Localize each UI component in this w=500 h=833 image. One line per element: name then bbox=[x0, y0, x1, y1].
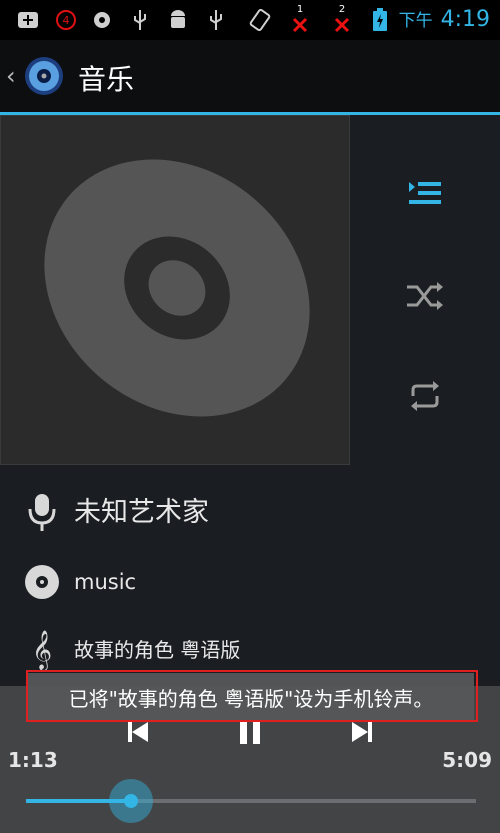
android-debug-icon bbox=[166, 8, 190, 32]
status-bar: 4 1 2 下午 4:19 bbox=[0, 0, 500, 40]
artist-name: 未知艺术家 bbox=[74, 497, 209, 528]
sim1-label: 1 bbox=[296, 4, 304, 15]
pause-icon bbox=[240, 720, 260, 744]
skip-previous-icon bbox=[128, 722, 148, 742]
sim2-label: 2 bbox=[338, 4, 346, 15]
usb-icon bbox=[128, 8, 152, 32]
disc-icon bbox=[44, 159, 310, 417]
album-name: music bbox=[74, 570, 137, 594]
add-notification-icon bbox=[16, 8, 40, 32]
no-signal-1-icon: 1 bbox=[288, 4, 312, 33]
skip-next-icon bbox=[352, 722, 372, 742]
total-duration: 5:09 bbox=[442, 748, 492, 772]
elapsed-time: 1:13 bbox=[8, 748, 58, 772]
clock-label: 4:19 bbox=[440, 7, 490, 32]
shuffle-button[interactable] bbox=[380, 266, 470, 326]
now-playing-list-button[interactable] bbox=[380, 164, 470, 224]
microphone-icon bbox=[22, 491, 62, 535]
battery-charging-icon bbox=[368, 8, 392, 32]
music-app-icon[interactable] bbox=[24, 56, 64, 96]
treble-clef-icon: 𝄞 bbox=[31, 630, 53, 670]
album-icon bbox=[22, 560, 62, 604]
toast-highlight-box bbox=[26, 670, 478, 722]
usb-icon bbox=[204, 8, 228, 32]
album-art bbox=[0, 115, 350, 465]
status-time: 下午 4:19 bbox=[399, 6, 490, 32]
seek-bar-thumb[interactable] bbox=[123, 794, 138, 808]
shuffle-icon bbox=[407, 282, 443, 310]
page-title: 音乐 bbox=[78, 63, 135, 96]
badge-4-icon: 4 bbox=[54, 8, 78, 32]
badge-count: 4 bbox=[62, 13, 70, 27]
album-row: music bbox=[0, 552, 500, 612]
repeat-icon bbox=[411, 381, 439, 411]
no-signal-2-icon: 2 bbox=[330, 4, 354, 33]
rotate-icon bbox=[248, 8, 272, 32]
artist-row: 未知艺术家 bbox=[0, 483, 500, 543]
sync-icon bbox=[90, 8, 114, 32]
repeat-button[interactable] bbox=[380, 366, 470, 426]
playlist-icon bbox=[409, 182, 441, 204]
action-bar bbox=[0, 40, 500, 112]
back-chevron-icon[interactable]: ‹ bbox=[6, 62, 16, 90]
ampm-label: 下午 bbox=[398, 11, 433, 31]
